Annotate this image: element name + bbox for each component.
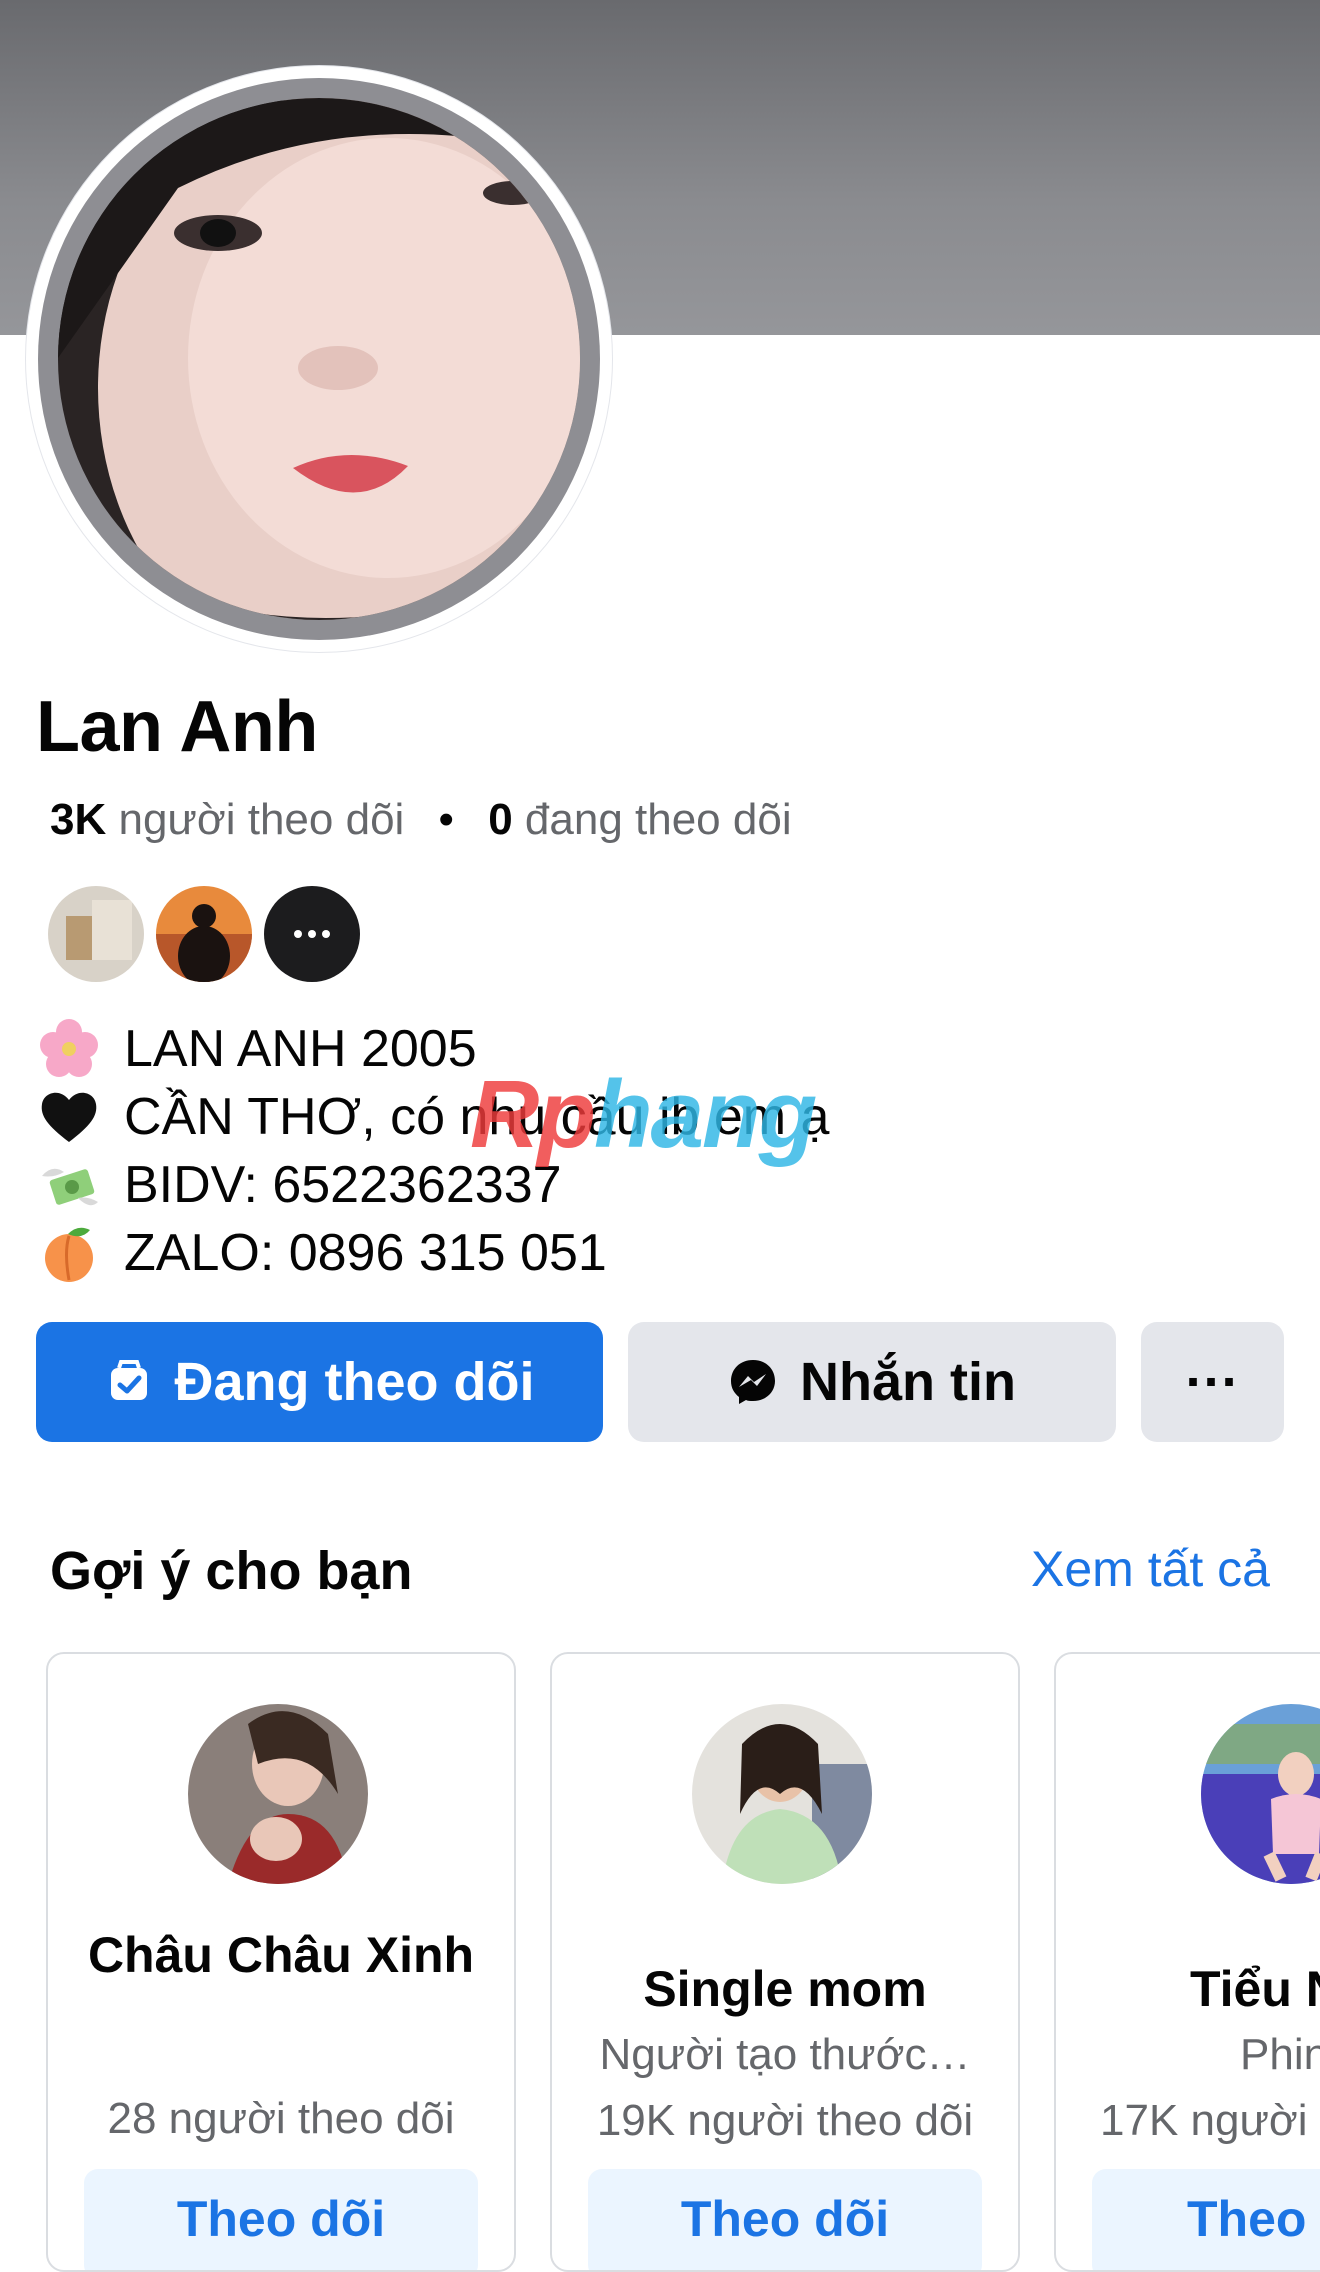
following-label[interactable]: đang theo dõi — [525, 795, 792, 844]
money-wings-icon — [38, 1154, 100, 1216]
suggestion-category: Người tạo thước… — [599, 2030, 971, 2079]
story-ring — [38, 78, 600, 640]
suggestion-name[interactable]: Single mom — [562, 1954, 1008, 2024]
follow-stats: 3K người theo dõi • 0 đang theo dõi — [50, 795, 792, 845]
profile-name: Lan Anh — [36, 687, 318, 767]
suggestion-card[interactable]: Châu Châu Xinh 28 người theo dõi Theo dõ… — [46, 1652, 516, 2272]
profile-picture[interactable] — [26, 66, 612, 652]
message-button-label: Nhắn tin — [800, 1352, 1016, 1412]
avatar-image — [58, 98, 580, 620]
peach-icon — [38, 1222, 100, 1284]
bio-line: ZALO: 0896 315 051 — [38, 1219, 829, 1287]
bio-text: ZALO: 0896 315 051 — [124, 1224, 607, 1282]
following-count[interactable]: 0 — [488, 795, 512, 844]
following-check-icon — [110, 1360, 147, 1400]
suggestions-title: Gợi ý cho bạn — [50, 1541, 413, 1601]
suggestion-card[interactable]: Single mom Người tạo thước… 19K người th… — [550, 1652, 1020, 2272]
suggestion-followers: 19K người theo dõi — [596, 2096, 974, 2145]
cherry-blossom-icon — [38, 1018, 100, 1080]
follow-button[interactable]: Theo dõi — [84, 2169, 478, 2270]
watermark-part: hang — [593, 1061, 817, 1168]
suggestion-card[interactable]: Tiểu N Phin 17K người t Theo — [1054, 1652, 1320, 2272]
follower-avatar[interactable] — [156, 886, 252, 982]
follower-avatar[interactable] — [48, 886, 144, 982]
followers-count[interactable]: 3K — [50, 795, 106, 844]
more-options-icon: ··· — [1185, 1352, 1240, 1412]
bio-text: LAN ANH 2005 — [124, 1020, 477, 1078]
suggestion-name[interactable]: Tiểu N — [1190, 1954, 1320, 2024]
suggestion-avatar[interactable] — [1201, 1704, 1320, 1884]
follow-button[interactable]: Theo — [1092, 2169, 1320, 2270]
watermark-part: Rp — [470, 1061, 596, 1168]
suggestion-name[interactable]: Châu Châu Xinh — [58, 1920, 504, 1990]
suggestion-followers: 17K người t — [1100, 2096, 1320, 2145]
separator-dot: • — [438, 795, 454, 844]
messenger-icon — [731, 1360, 775, 1404]
follow-button[interactable]: Theo dõi — [588, 2169, 982, 2270]
following-button-label: Đang theo dõi — [174, 1352, 535, 1412]
black-heart-icon — [38, 1086, 100, 1148]
suggestion-followers: 28 người theo dõi — [107, 2094, 455, 2143]
suggestion-category: Phin — [1240, 2030, 1320, 2079]
followers-label[interactable]: người theo dõi — [118, 795, 404, 844]
more-options-button[interactable]: ··· — [1141, 1322, 1284, 1442]
following-button[interactable]: Đang theo dõi — [36, 1322, 603, 1442]
more-followers-icon[interactable] — [264, 886, 360, 982]
suggestion-avatar[interactable] — [692, 1704, 872, 1884]
watermark-logo: Rphang — [470, 1060, 817, 1170]
message-button[interactable]: Nhắn tin — [628, 1322, 1116, 1442]
see-all-link[interactable]: Xem tất cả — [1031, 1540, 1270, 1598]
suggestion-avatar[interactable] — [188, 1704, 368, 1884]
